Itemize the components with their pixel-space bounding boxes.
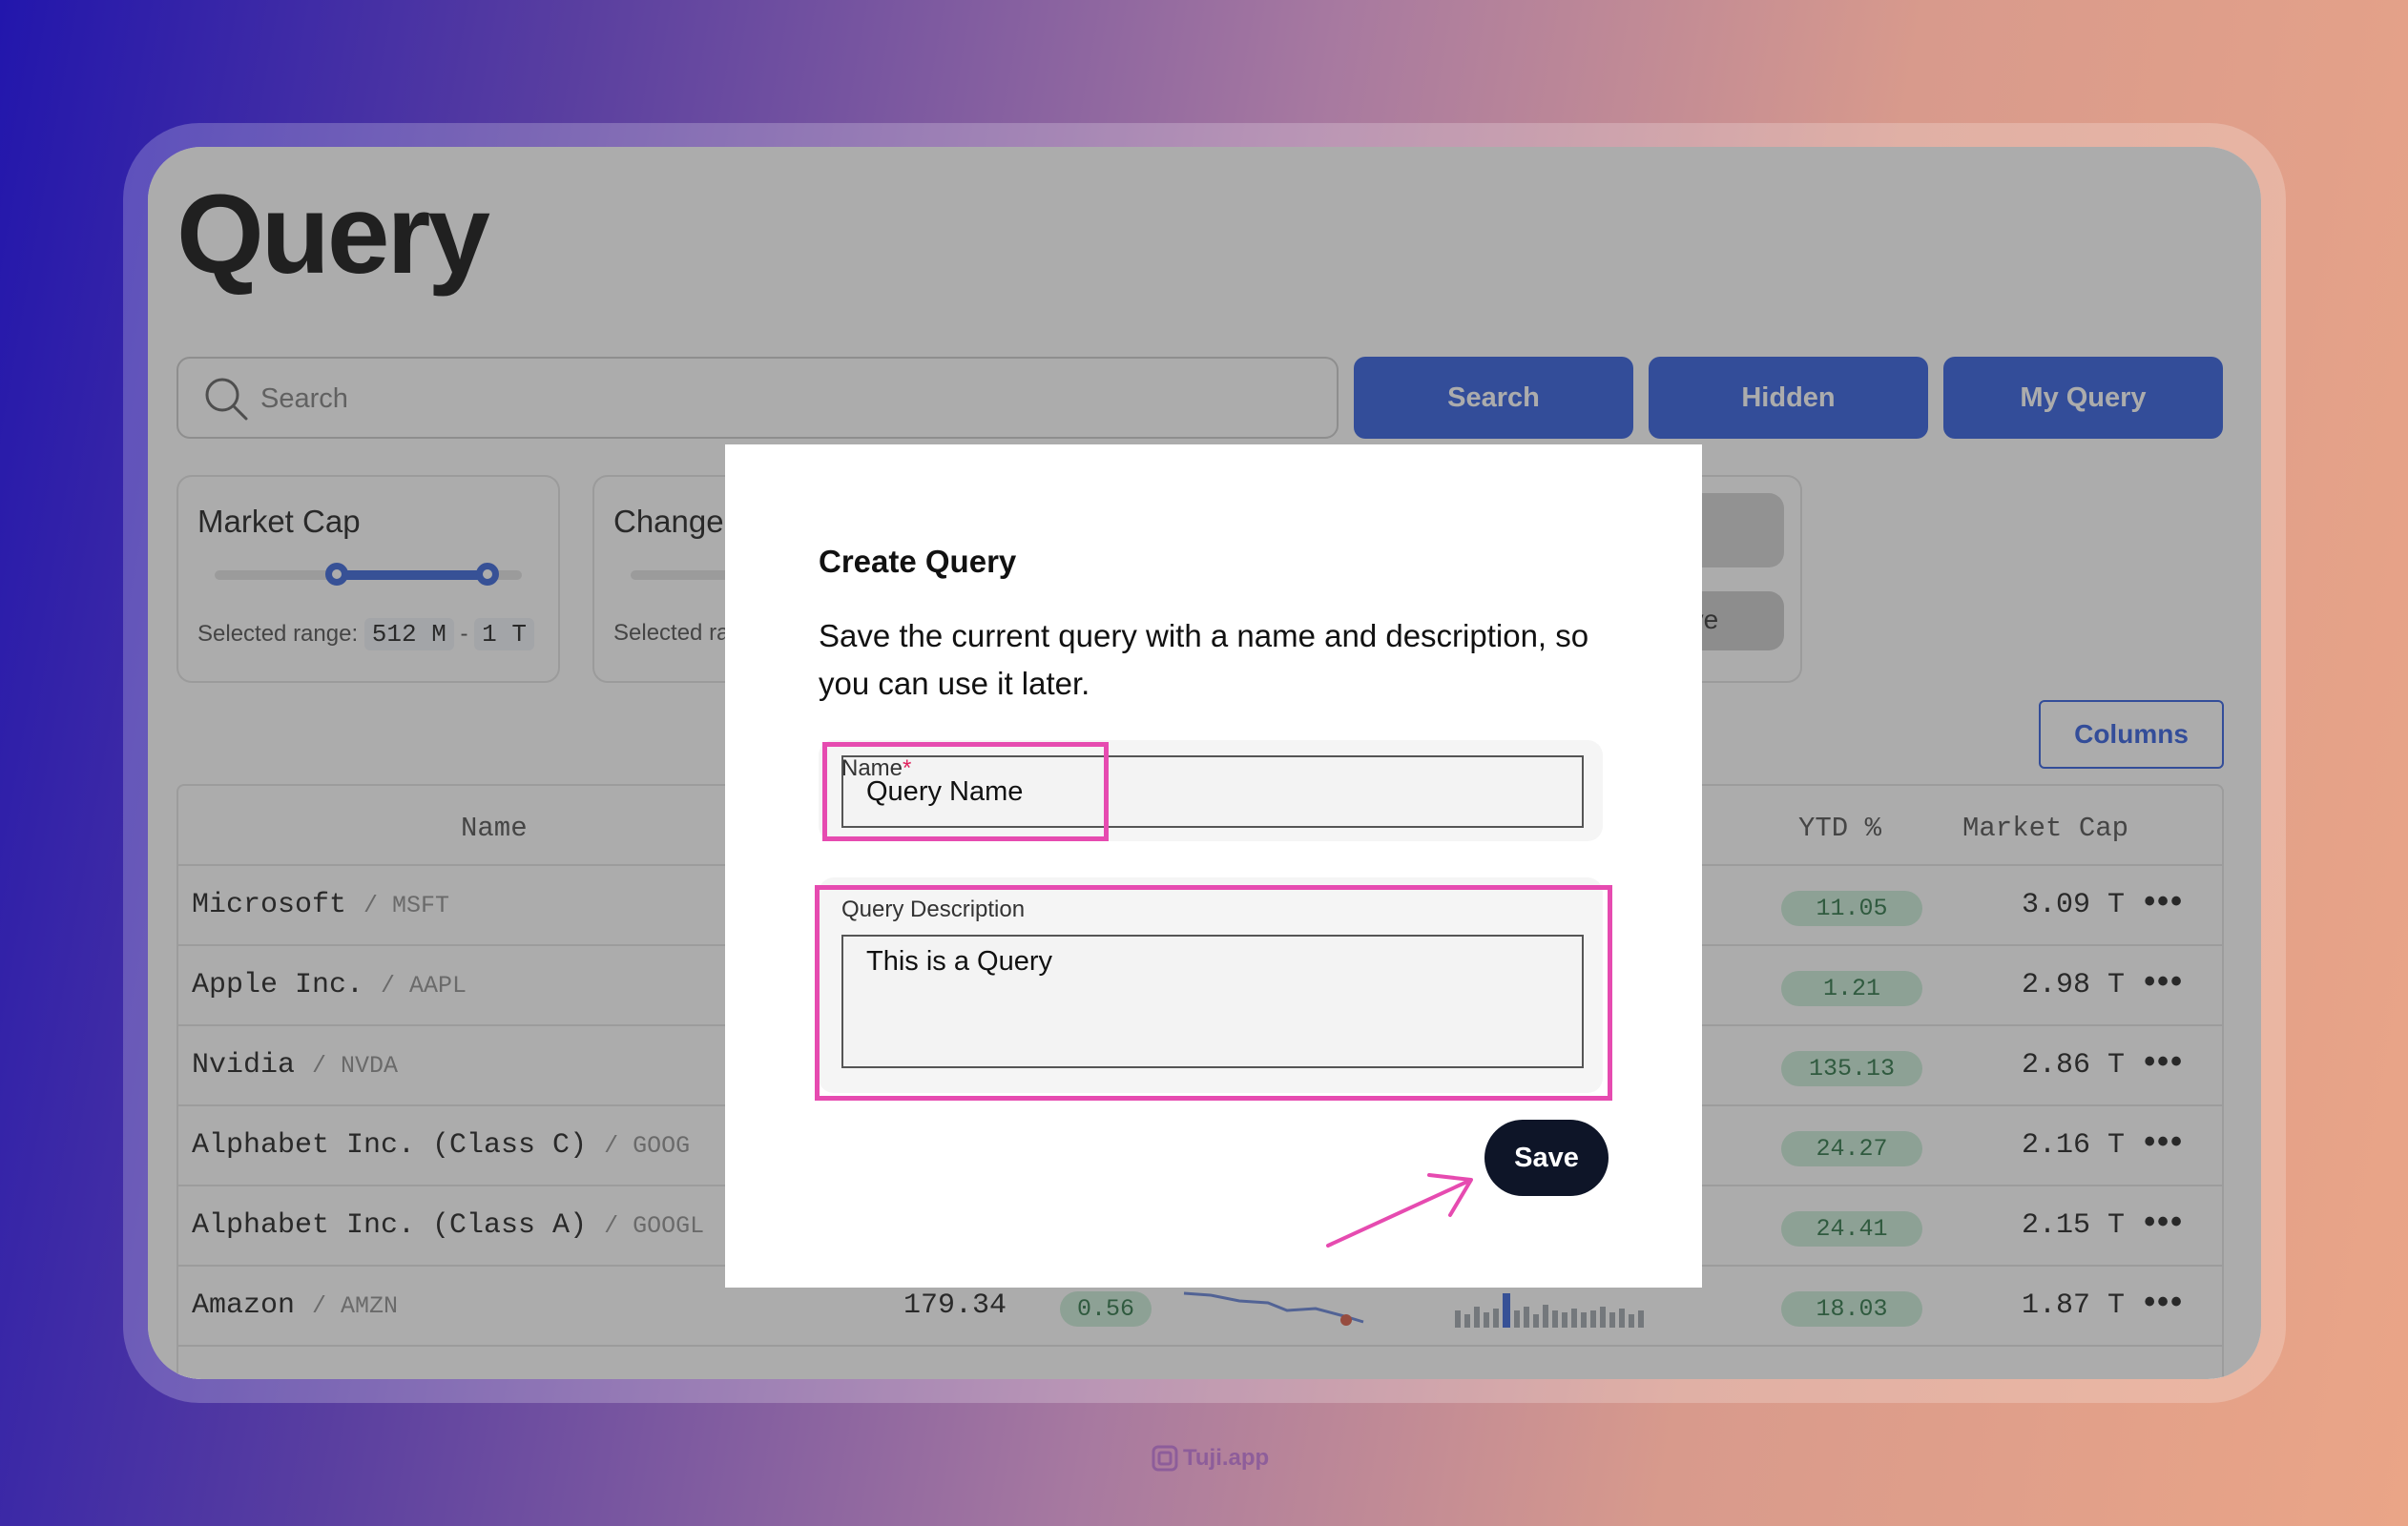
footer-brand-text: Tuji.app [1183,1445,1270,1471]
arrow-annotation [1326,1173,1473,1248]
description-field-highlight [815,885,1612,1101]
name-field-highlight [822,742,1109,841]
dialog-title: Create Query [819,544,1017,579]
footer-brand: Tuji.app [1151,1444,1269,1473]
tuji-logo-icon [1152,1445,1178,1472]
create-query-dialog: Create Query Save the current query with… [725,444,1702,1288]
dialog-description: Save the current query with a name and d… [819,618,1589,701]
save-button[interactable]: Save [1484,1120,1609,1196]
